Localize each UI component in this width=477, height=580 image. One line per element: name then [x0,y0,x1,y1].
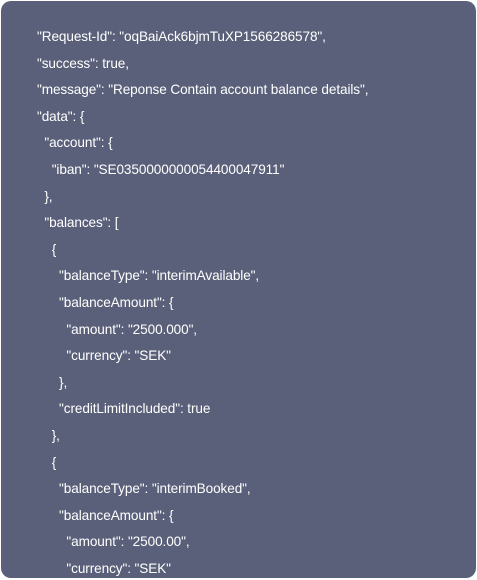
code-line-balances-open: "balances": [ [37,215,119,231]
code-line-balance-amount-2-open: "balanceAmount": { [37,507,174,523]
code-line-account-close: }, [37,188,53,204]
code-line-balance-amount-1-close: }, [37,374,68,390]
json-code-card: "Request-Id": "oqBaiAck6bjmTuXP156628657… [1,1,476,578]
code-line-currency-1: "currency": "SEK" [37,348,171,364]
json-code-block: "Request-Id": "oqBaiAck6bjmTuXP156628657… [37,24,466,578]
code-line-balance-1-open: { [37,241,57,257]
code-line-request-id: "Request-Id": "oqBaiAck6bjmTuXP156628657… [37,29,326,44]
code-line-balance-type-2: "balanceType": "interimBooked", [37,481,251,497]
code-line-amount-2: "amount": "2500.00", [37,534,190,550]
code-line-credit-limit-included: "creditLimitIncluded": true [37,401,211,417]
code-line-amount-1: "amount": "2500.000", [37,321,197,337]
code-line-message: "message": "Reponse Contain account bala… [37,82,369,98]
code-line-balance-type-1: "balanceType": "interimAvailable", [37,268,260,284]
code-line-data-open: "data": { [37,108,85,124]
code-line-success: "success": true, [37,55,129,71]
code-line-account-open: "account": { [37,135,113,151]
code-line-balance-amount-1-open: "balanceAmount": { [37,294,174,310]
code-line-iban: "iban": "SE0350000000054400047911" [37,161,285,177]
code-line-balance-2-open: { [37,454,57,470]
code-line-currency-2: "currency": "SEK" [37,560,171,576]
code-line-balance-1-close: }, [37,427,60,443]
